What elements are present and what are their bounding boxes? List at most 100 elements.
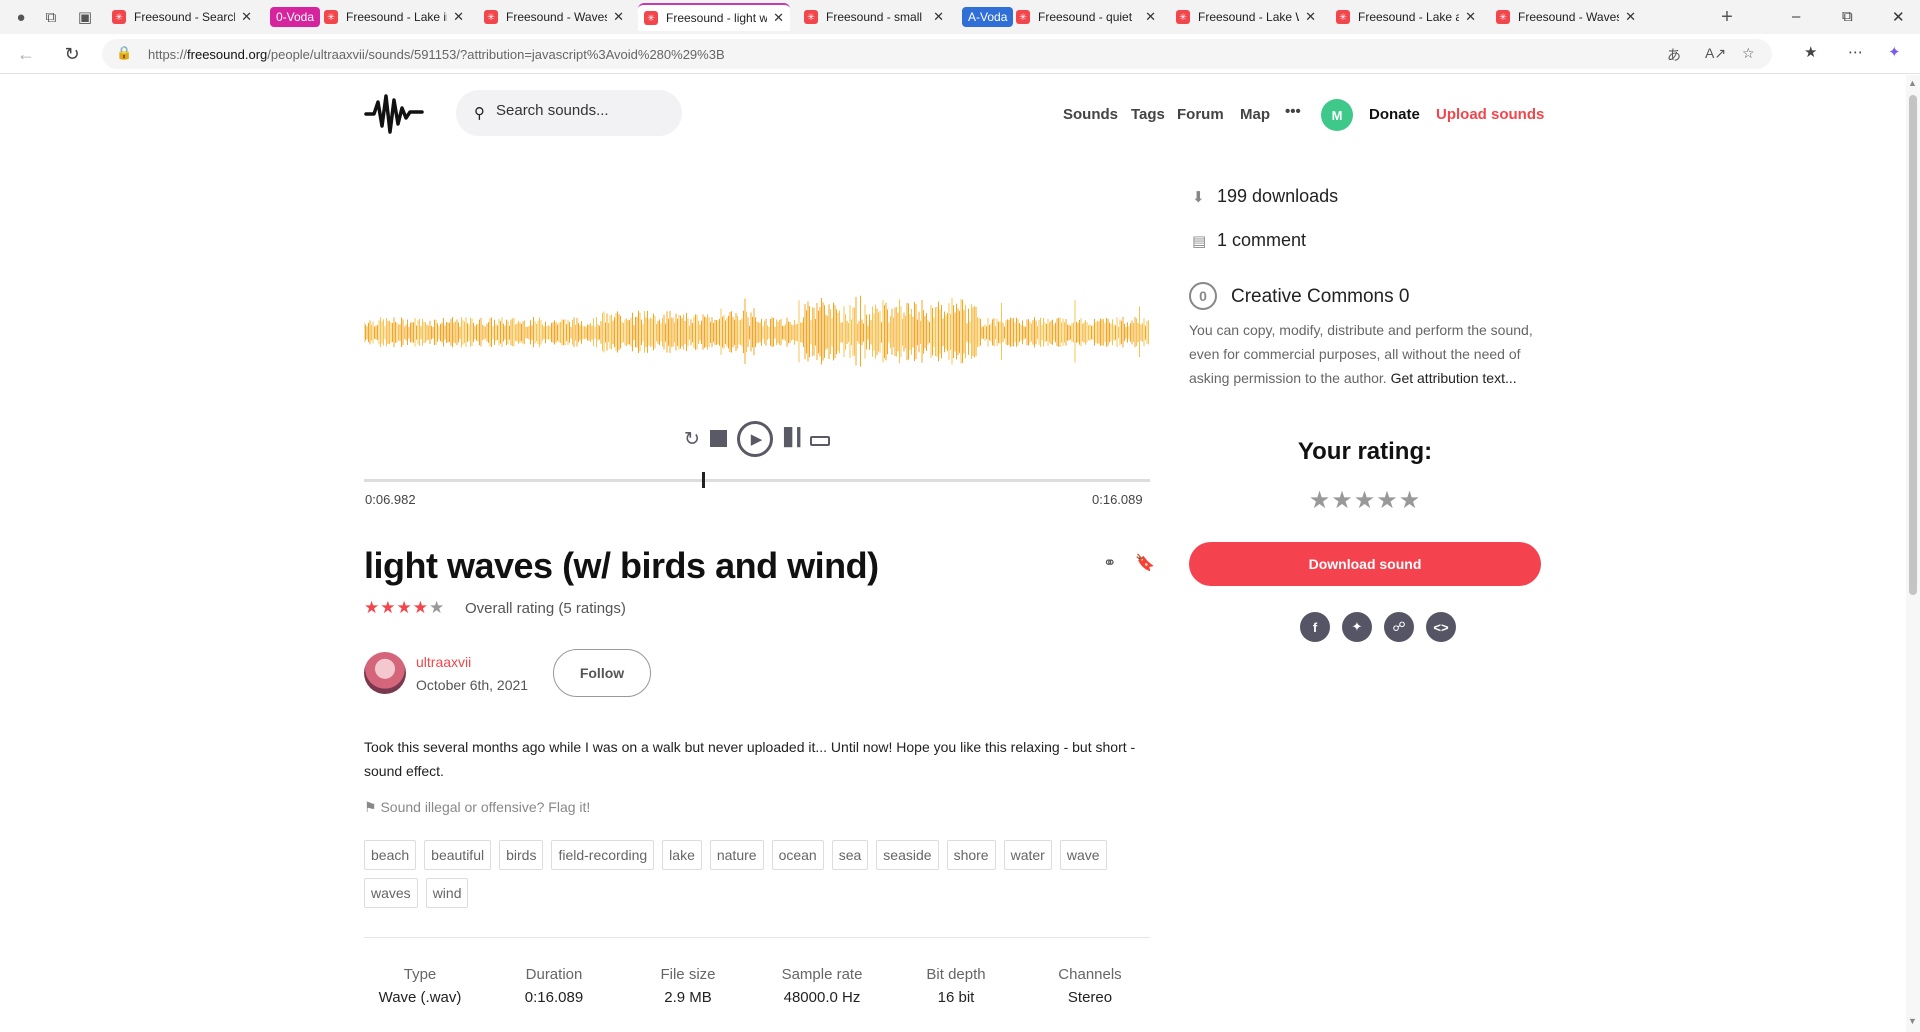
tag-link[interactable]: seaside bbox=[876, 840, 939, 870]
follow-button[interactable]: Follow bbox=[553, 649, 651, 697]
rate-star-icon[interactable]: ★ bbox=[1399, 487, 1422, 514]
close-tab-icon[interactable]: ✕ bbox=[1145, 9, 1156, 25]
rate-star-icon[interactable]: ★ bbox=[1376, 487, 1399, 514]
rate-star-icon[interactable]: ★ bbox=[1354, 487, 1377, 514]
browser-tab[interactable]: ✳ Freesound - small ✕ bbox=[798, 3, 950, 31]
read-aloud-icon[interactable]: A↗ bbox=[1705, 45, 1726, 62]
close-tab-icon[interactable]: ✕ bbox=[1465, 9, 1476, 25]
settings-more-icon[interactable]: ⋯ bbox=[1848, 43, 1863, 61]
browser-tab[interactable]: ✳ Freesound - Waves ✕ bbox=[478, 3, 630, 31]
tag-link[interactable]: beach bbox=[364, 840, 417, 870]
tag-link[interactable]: shore bbox=[946, 840, 996, 870]
facebook-icon[interactable]: f bbox=[1300, 612, 1330, 642]
workspaces-icon[interactable]: ⧉ bbox=[40, 6, 62, 28]
close-tab-icon[interactable]: ✕ bbox=[453, 9, 464, 25]
comments-count[interactable]: ▤ 1 comment bbox=[1192, 230, 1306, 251]
close-tab-icon[interactable]: ✕ bbox=[773, 10, 784, 26]
attribution-link[interactable]: Get attribution text... bbox=[1391, 370, 1517, 386]
nav-forum[interactable]: Forum bbox=[1177, 106, 1224, 123]
play-icon[interactable]: ▶ bbox=[737, 421, 773, 457]
tag-link[interactable]: ocean bbox=[771, 840, 824, 870]
profile-icon[interactable]: ● bbox=[10, 6, 32, 28]
freesound-logo-icon[interactable] bbox=[364, 88, 424, 138]
tag-link[interactable]: sea bbox=[831, 840, 869, 870]
search-input[interactable] bbox=[496, 102, 666, 119]
twitter-icon[interactable]: ✦ bbox=[1342, 612, 1372, 642]
close-window-icon[interactable]: ✕ bbox=[1892, 8, 1905, 26]
close-tab-icon[interactable]: ✕ bbox=[1305, 9, 1316, 25]
favorite-star-icon[interactable]: ☆ bbox=[1742, 45, 1755, 62]
browser-tab[interactable]: ✳ Freesound - light w ✕ bbox=[638, 3, 790, 31]
tag-link[interactable]: beautiful bbox=[424, 840, 492, 870]
close-tab-icon[interactable]: ✕ bbox=[1625, 9, 1636, 25]
rate-stars[interactable]: ★★★★★ bbox=[1189, 486, 1541, 515]
browser-tab[interactable]: ✳ Freesound - Lake in ✕ bbox=[318, 3, 470, 31]
tag-link[interactable]: field-recording bbox=[551, 840, 655, 870]
upload-sounds-link[interactable]: Upload sounds bbox=[1436, 106, 1544, 123]
spectrogram-icon[interactable]: ▋▎ bbox=[784, 428, 810, 448]
rate-star-icon[interactable]: ★ bbox=[1309, 487, 1332, 514]
tag-link[interactable]: wind bbox=[425, 878, 469, 908]
close-tab-icon[interactable]: ✕ bbox=[933, 9, 944, 25]
back-icon[interactable]: ← bbox=[14, 42, 38, 66]
scroll-up-icon[interactable]: ▲ bbox=[1908, 78, 1917, 88]
minimize-icon[interactable]: – bbox=[1792, 8, 1800, 25]
search-box[interactable]: ⚲ bbox=[456, 90, 682, 136]
tag-link[interactable]: birds bbox=[499, 840, 544, 870]
tag-link[interactable]: lake bbox=[662, 840, 702, 870]
scrollbar[interactable]: ▲ ▼ bbox=[1906, 75, 1920, 1032]
close-tab-icon[interactable]: ✕ bbox=[241, 9, 252, 25]
donate-link[interactable]: Donate bbox=[1369, 106, 1420, 123]
browser-tab[interactable]: ✳ Freesound - Search ✕ bbox=[106, 3, 258, 31]
tag-link[interactable]: waves bbox=[364, 878, 418, 908]
browser-tab[interactable]: ✳ Freesound - quiet ✕ bbox=[1010, 3, 1162, 31]
refresh-icon[interactable]: ↻ bbox=[60, 42, 84, 66]
tab-actions-icon[interactable]: ▣ bbox=[74, 6, 96, 28]
share-icon[interactable]: ☍ bbox=[1384, 612, 1414, 642]
copilot-icon[interactable]: ✦ bbox=[1888, 43, 1901, 61]
nav-more-icon[interactable]: ••• bbox=[1285, 103, 1301, 120]
scroll-down-icon[interactable]: ▼ bbox=[1908, 1016, 1917, 1026]
rating-stars: ★★★★★ bbox=[364, 598, 445, 618]
uploader-name[interactable]: ultraaxvii bbox=[416, 654, 471, 670]
favorites-icon[interactable]: ★ bbox=[1804, 43, 1817, 61]
tag-link[interactable]: wave bbox=[1059, 840, 1107, 870]
loop-icon[interactable]: ↻ bbox=[684, 428, 700, 451]
waveform[interactable] bbox=[364, 278, 1150, 388]
scroll-thumb[interactable] bbox=[1909, 95, 1917, 595]
rating-star-icon: ★ bbox=[429, 598, 446, 617]
tab-group-label[interactable]: A-Voda bbox=[962, 7, 1014, 27]
browser-tab[interactable]: ✳ Freesound - Lake W ✕ bbox=[1170, 3, 1322, 31]
browser-tab[interactable]: ✳ Freesound - Waves ✕ bbox=[1490, 3, 1642, 31]
nav-map[interactable]: Map bbox=[1240, 106, 1270, 123]
tag-link[interactable]: water bbox=[1003, 840, 1052, 870]
similar-sounds-icon[interactable]: ⚭ bbox=[1103, 553, 1116, 573]
rate-star-icon[interactable]: ★ bbox=[1331, 487, 1354, 514]
download-sound-button[interactable]: Download sound bbox=[1189, 542, 1541, 586]
user-avatar[interactable]: M bbox=[1321, 99, 1353, 131]
close-tab-icon[interactable]: ✕ bbox=[613, 9, 624, 25]
bookmark-icon[interactable]: 🔖 bbox=[1135, 553, 1155, 573]
uploader-avatar[interactable] bbox=[364, 652, 406, 694]
flag-link[interactable]: ⚑ Sound illegal or offensive? Flag it! bbox=[364, 799, 590, 816]
translate-icon[interactable]: あ bbox=[1667, 45, 1681, 65]
url-field[interactable]: 🔒 https://freesound.org/people/ultraaxvi… bbox=[102, 39, 1772, 69]
browser-tab[interactable]: ✳ Freesound - Lake a ✕ bbox=[1330, 3, 1482, 31]
playhead[interactable] bbox=[701, 472, 705, 488]
license-title[interactable]: Creative Commons 0 bbox=[1231, 286, 1409, 308]
restore-icon[interactable]: ⧉ bbox=[1842, 8, 1853, 25]
nav-sounds[interactable]: Sounds bbox=[1063, 106, 1118, 123]
lock-icon[interactable]: 🔒 bbox=[116, 45, 132, 61]
embed-icon[interactable]: <> bbox=[1426, 612, 1456, 642]
tab-group-label[interactable]: 0-Voda bbox=[270, 7, 321, 27]
new-tab-icon[interactable]: + bbox=[1716, 6, 1738, 28]
tag-link[interactable]: nature bbox=[709, 840, 764, 870]
ruler-icon[interactable] bbox=[810, 436, 830, 446]
progress-bar[interactable] bbox=[364, 479, 1150, 482]
stop-icon[interactable] bbox=[710, 430, 727, 447]
nav-tags[interactable]: Tags bbox=[1131, 106, 1165, 123]
url-text: https://freesound.org/people/ultraaxvii/… bbox=[148, 47, 725, 62]
upload-date: October 6th, 2021 bbox=[416, 677, 529, 693]
sound-description: Took this several months ago while I was… bbox=[364, 739, 1136, 779]
meta-label: Channels bbox=[1058, 966, 1122, 983]
